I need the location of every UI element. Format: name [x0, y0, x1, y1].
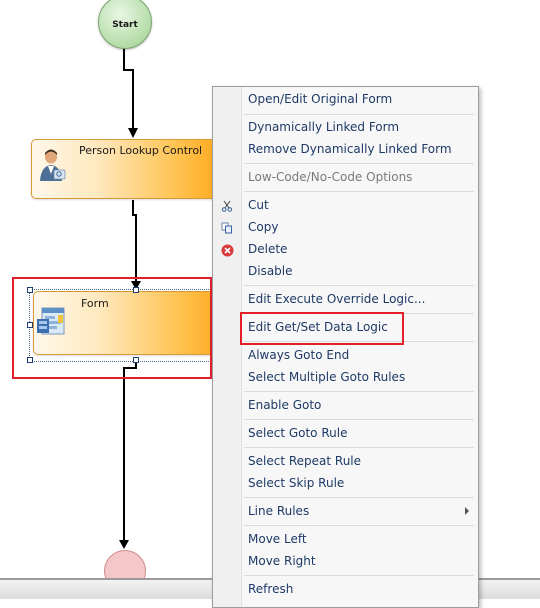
scissors-icon [220, 199, 234, 213]
connector-line [132, 200, 134, 215]
person-icon [40, 149, 66, 181]
menu-separator [244, 447, 474, 448]
person-node-title: Person Lookup Control [79, 144, 203, 157]
menu-separator [244, 285, 474, 286]
start-label: Start [112, 20, 138, 30]
menu-item-select-goto-rule[interactable]: Select Goto Rule [248, 423, 347, 443]
menu-separator [244, 497, 474, 498]
menu-separator [244, 114, 474, 115]
form-node-highlight [12, 277, 212, 379]
menu-item-select-multiple-goto-rules[interactable]: Select Multiple Goto Rules [248, 367, 405, 387]
menu-item-delete[interactable]: Delete [248, 239, 287, 259]
menu-icon-gutter [213, 87, 242, 607]
menu-separator [244, 575, 474, 576]
connector-line [123, 367, 125, 542]
menu-item-move-right[interactable]: Move Right [248, 551, 316, 571]
menu-item-highlight [240, 312, 404, 345]
menu-item-low-code-options: Low-Code/No-Code Options [248, 170, 413, 184]
delete-icon [220, 243, 234, 257]
menu-item-remove-dynamically-linked-form[interactable]: Remove Dynamically Linked Form [248, 139, 452, 159]
menu-item-select-skip-rule[interactable]: Select Skip Rule [248, 473, 344, 493]
menu-item-refresh[interactable]: Refresh [248, 579, 293, 599]
menu-separator [244, 191, 474, 192]
connector-line [135, 214, 137, 284]
menu-item-move-left[interactable]: Move Left [248, 529, 307, 549]
menu-item-select-repeat-rule[interactable]: Select Repeat Rule [248, 451, 361, 471]
menu-item-cut[interactable]: Cut [248, 195, 269, 215]
submenu-arrow-icon [465, 507, 469, 515]
context-menu: Open/Edit Original Form Dynamically Link… [212, 86, 479, 608]
menu-separator [244, 163, 474, 164]
menu-item-disable[interactable]: Disable [248, 261, 293, 281]
start-node[interactable]: Start [98, 0, 152, 49]
copy-icon [220, 221, 234, 235]
arrow-head [119, 540, 129, 549]
menu-item-enable-goto[interactable]: Enable Goto [248, 395, 321, 415]
menu-separator [244, 391, 474, 392]
menu-separator [244, 419, 474, 420]
menu-item-open-edit-original-form[interactable]: Open/Edit Original Form [248, 89, 392, 109]
menu-item-copy[interactable]: Copy [248, 217, 278, 237]
person-lookup-node[interactable]: Person Lookup Control [31, 139, 223, 199]
arrow-head [128, 128, 138, 138]
connector-line [132, 69, 134, 131]
menu-item-dynamically-linked-form[interactable]: Dynamically Linked Form [248, 117, 399, 137]
menu-item-edit-execute-override-logic[interactable]: Edit Execute Override Logic... [248, 289, 425, 309]
connector-line [123, 47, 125, 70]
menu-item-always-goto-end[interactable]: Always Goto End [248, 345, 349, 365]
menu-item-line-rules[interactable]: Line Rules [248, 501, 309, 521]
menu-separator [244, 525, 474, 526]
